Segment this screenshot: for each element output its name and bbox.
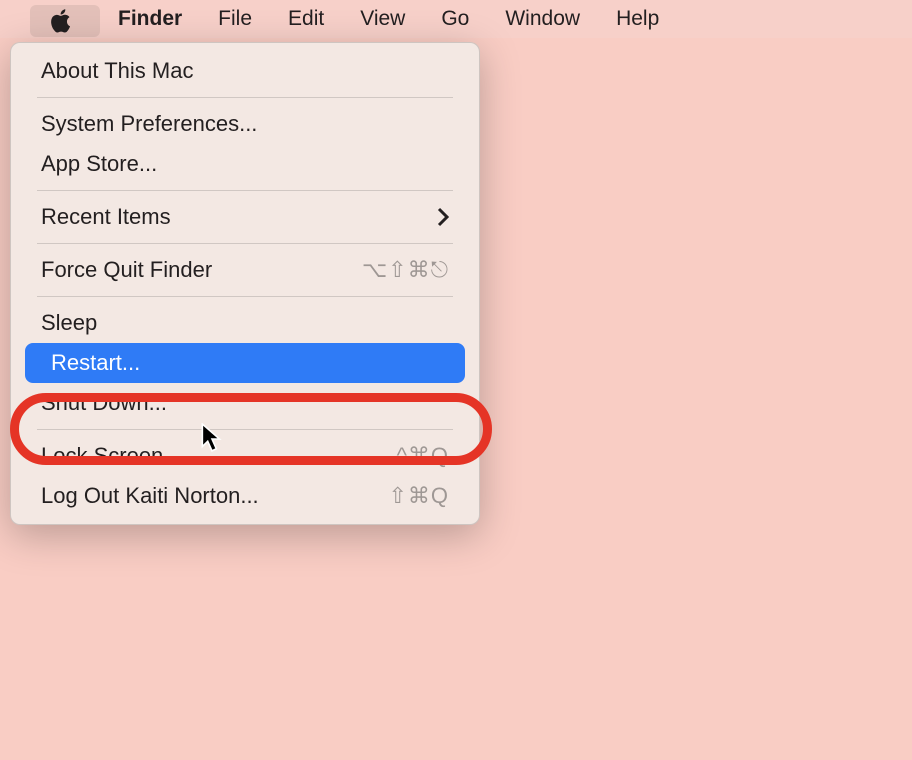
- menu-item-label: Recent Items: [41, 204, 171, 230]
- menu-item-log-out[interactable]: Log Out Kaiti Norton... ⇧⌘Q: [15, 476, 475, 516]
- menu-divider: [37, 296, 453, 297]
- menubar: Finder File Edit View Go Window Help: [0, 0, 912, 38]
- keyboard-shortcut: ⌥⇧⌘⎋: [362, 257, 449, 283]
- menu-item-about[interactable]: About This Mac: [15, 51, 475, 91]
- menu-item-restart[interactable]: Restart...: [25, 343, 465, 383]
- menu-item-shut-down[interactable]: Shut Down...: [15, 383, 475, 423]
- menubar-item-edit[interactable]: Edit: [270, 0, 342, 38]
- menubar-item-view[interactable]: View: [342, 0, 423, 38]
- menu-item-lock-screen[interactable]: Lock Screen ^⌘Q: [15, 436, 475, 476]
- menu-item-force-quit[interactable]: Force Quit Finder ⌥⇧⌘⎋: [15, 250, 475, 290]
- menu-item-system-preferences[interactable]: System Preferences...: [15, 104, 475, 144]
- menubar-item-window[interactable]: Window: [487, 0, 598, 38]
- menu-item-label: Restart...: [51, 350, 140, 376]
- apple-logo-icon: [48, 8, 72, 34]
- apple-menu-dropdown: About This Mac System Preferences... App…: [10, 42, 480, 525]
- menu-divider: [37, 243, 453, 244]
- menu-item-label: Lock Screen: [41, 443, 163, 469]
- keyboard-shortcut: ^⌘Q: [397, 443, 449, 469]
- menubar-item-help[interactable]: Help: [598, 0, 677, 38]
- menubar-item-go[interactable]: Go: [423, 0, 487, 38]
- menubar-item-file[interactable]: File: [200, 0, 270, 38]
- menu-item-label: App Store...: [41, 151, 157, 177]
- keyboard-shortcut: ⇧⌘Q: [388, 483, 449, 509]
- menu-item-label: Sleep: [41, 310, 97, 336]
- menubar-active-app[interactable]: Finder: [100, 0, 200, 38]
- menu-item-label: Shut Down...: [41, 390, 167, 416]
- menu-item-app-store[interactable]: App Store...: [15, 144, 475, 184]
- menu-divider: [37, 429, 453, 430]
- menu-item-label: About This Mac: [41, 58, 193, 84]
- menu-item-sleep[interactable]: Sleep: [15, 303, 475, 343]
- menu-item-label: Log Out Kaiti Norton...: [41, 483, 259, 509]
- chevron-right-icon: [437, 207, 449, 227]
- apple-menu-button[interactable]: [30, 5, 100, 37]
- menu-item-label: Force Quit Finder: [41, 257, 212, 283]
- menu-item-recent-items[interactable]: Recent Items: [15, 197, 475, 237]
- menu-divider: [37, 97, 453, 98]
- menu-divider: [37, 190, 453, 191]
- menu-item-label: System Preferences...: [41, 111, 257, 137]
